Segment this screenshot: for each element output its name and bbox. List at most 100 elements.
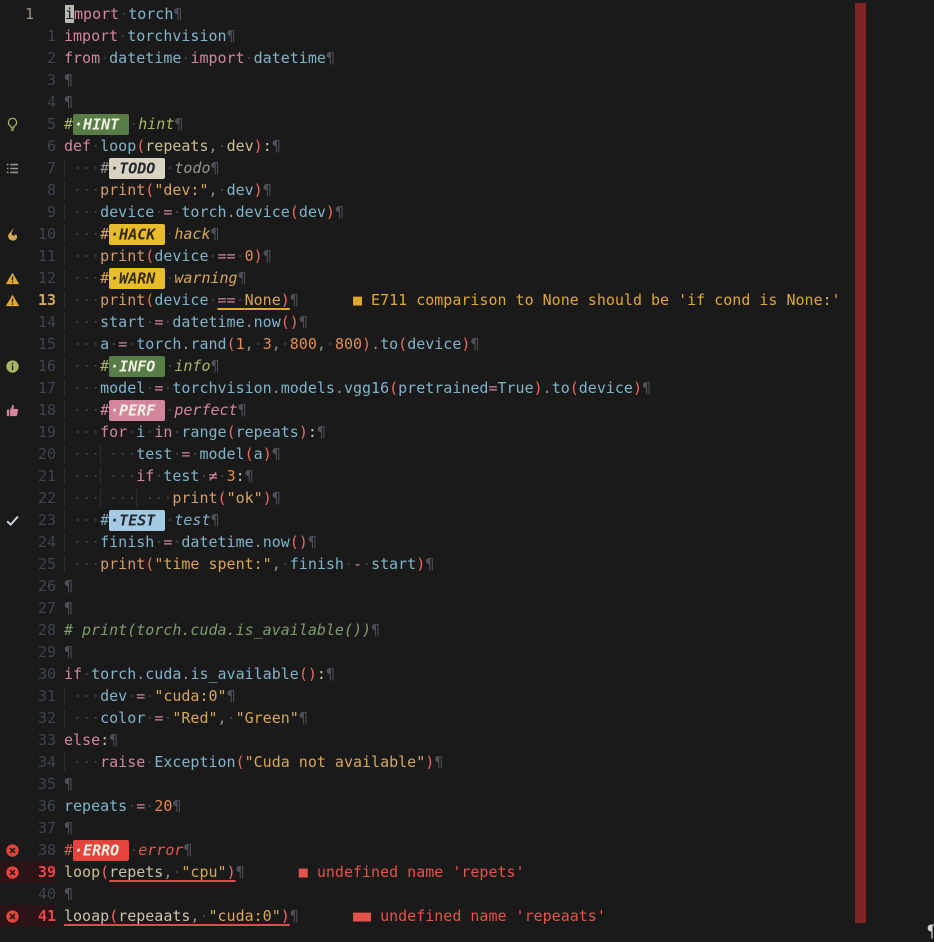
- code-token: ¶: [173, 5, 182, 23]
- code-token: from: [64, 49, 100, 67]
- code-token: loop: [100, 137, 136, 155]
- code-token: ¶: [64, 599, 73, 617]
- error-icon: [5, 908, 20, 926]
- code-token: ■ undefined name 'repets': [245, 863, 525, 881]
- code-token: ¶: [245, 467, 254, 485]
- code-token: ·PERF: [109, 400, 165, 421]
- code-token: print: [100, 181, 145, 199]
- code-token: import: [190, 49, 244, 67]
- code-token: finish: [290, 555, 344, 573]
- gutter-sign: [0, 223, 24, 245]
- line-number: 13: [24, 289, 56, 311]
- code-token: #: [100, 225, 109, 243]
- code-token: ···: [73, 709, 100, 727]
- lightbulb-icon: [5, 116, 20, 134]
- code-token: ): [281, 291, 290, 309]
- code-text: # print(torch.cuda.is_available())¶: [56, 619, 380, 641]
- code-token: # print(torch.cuda.is_available()): [64, 621, 371, 639]
- code-token: ▏: [100, 445, 109, 463]
- line-number: 9: [24, 201, 56, 223]
- code-token: hint: [138, 115, 174, 133]
- code-token: ·TODO: [109, 158, 165, 179]
- code-token: ¶: [371, 621, 380, 639]
- code-token: ·: [209, 247, 218, 265]
- code-token: (: [245, 445, 254, 463]
- eol-pilcrow-corner-glyph: ¶: [927, 922, 934, 942]
- code-token: ·: [281, 335, 290, 353]
- code-token: ): [281, 907, 290, 925]
- code-token: ¶: [263, 247, 272, 265]
- warning-icon: [5, 292, 20, 310]
- code-line-31: 30if·torch.cuda.is_available():¶: [0, 663, 934, 685]
- code-token: "Cuda not available": [245, 753, 426, 771]
- code-line-34: 33else:¶: [0, 729, 934, 751]
- code-line-19: 18▏···#·PERF ·perfect¶: [0, 399, 934, 421]
- code-token: ,: [272, 555, 281, 573]
- code-line-22: 21▏···▏···if·test·≠·3:¶: [0, 465, 934, 487]
- code-token: ): [633, 379, 642, 397]
- code-token: (): [290, 533, 308, 551]
- code-token: torch: [91, 665, 136, 683]
- gutter-sign: [0, 355, 24, 377]
- code-token: [317, 709, 335, 727]
- gutter-sign: [0, 25, 24, 47]
- code-text: ¶: [56, 641, 73, 663]
- code-line-35: 34▏···raise·Exception("Cuda not availabl…: [0, 751, 934, 773]
- code-token: [308, 709, 317, 727]
- code-token: ¶: [326, 665, 335, 683]
- code-token: ···: [73, 379, 100, 397]
- code-token: finish: [100, 533, 154, 551]
- code-token: ▏: [64, 269, 73, 287]
- code-token: ¶: [211, 225, 220, 243]
- code-token: (: [145, 247, 154, 265]
- code-text: ▏···model·=·torchvision.models.vgg16(pre…: [56, 377, 651, 399]
- code-token: ¶: [272, 445, 281, 463]
- code-token: ¶: [211, 357, 220, 375]
- code-token: in: [154, 423, 172, 441]
- code-token: torchvision: [127, 27, 226, 45]
- gutter-sign: [0, 201, 24, 223]
- code-token: ▏: [64, 291, 73, 309]
- code-text: ▏···raise·Exception("Cuda not available"…: [56, 751, 443, 773]
- gutter-sign: [0, 3, 24, 25]
- line-number: 33: [24, 729, 56, 751]
- code-token: ,: [272, 335, 281, 353]
- code-token: warning: [174, 269, 237, 287]
- gutter-sign: [0, 817, 24, 839]
- line-number: 17: [24, 377, 56, 399]
- buffer[interactable]: 1import·torch¶1import·torchvision¶2from·…: [0, 3, 934, 927]
- code-token: device: [154, 247, 208, 265]
- code-token: ···: [73, 181, 100, 199]
- code-text: looap(repeaats,·"cuda:0")¶ ■■ undefined …: [56, 905, 606, 927]
- gutter-sign: [0, 289, 24, 311]
- code-editor[interactable]: 1import·torch¶1import·torchvision¶2from·…: [0, 0, 934, 937]
- code-text: else:¶: [56, 729, 118, 751]
- code-token: if: [136, 467, 154, 485]
- code-token: ·: [154, 533, 163, 551]
- code-token: ▏: [64, 467, 73, 485]
- code-token: #: [100, 357, 109, 375]
- code-token: "cuda:0": [209, 907, 281, 925]
- code-token: ···: [145, 489, 172, 507]
- code-token: ···: [109, 467, 136, 485]
- code-token: ¶: [227, 687, 236, 705]
- code-token: .: [272, 379, 281, 397]
- code-token: ,: [245, 335, 254, 353]
- line-number: 36: [24, 795, 56, 817]
- code-token: (: [136, 137, 145, 155]
- code-token: device: [579, 379, 633, 397]
- code-token: .: [254, 533, 263, 551]
- error-icon: [5, 864, 20, 882]
- code-token: ■ E711 comparison to None should be 'if …: [299, 291, 841, 309]
- code-token: ▏: [64, 159, 73, 177]
- code-token: ·HINT: [73, 114, 129, 135]
- code-text: ▏···#·TEST ·test¶: [56, 509, 220, 531]
- code-text: ▏···#·HACK ·hack¶: [56, 223, 220, 245]
- code-token: ·: [91, 137, 100, 155]
- code-token: (: [227, 335, 236, 353]
- code-token: ···: [109, 489, 136, 507]
- code-text: ▏···start·=·datetime.now()¶: [56, 311, 308, 333]
- gutter-sign: [0, 135, 24, 157]
- code-token: 800: [335, 335, 362, 353]
- code-text: #·ERRO ·error¶: [56, 839, 192, 861]
